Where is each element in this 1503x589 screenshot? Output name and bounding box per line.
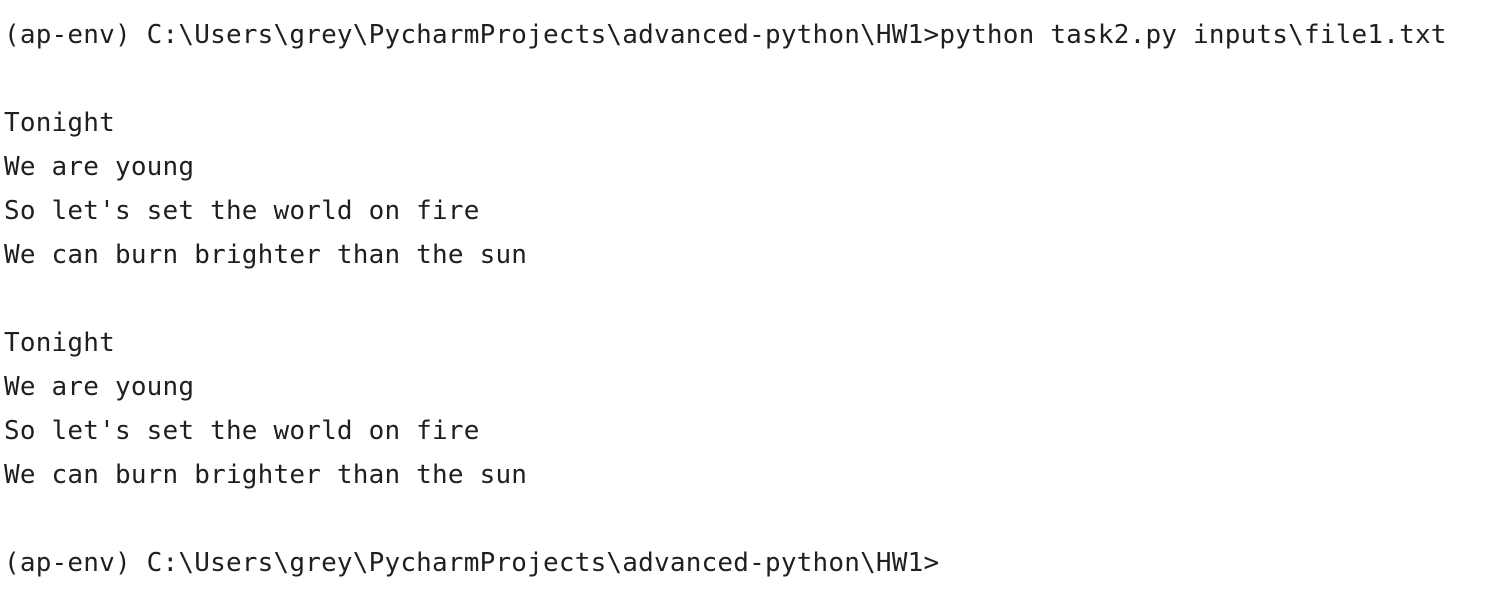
command-line: (ap-env) C:\Users\grey\PycharmProjects\a… <box>4 13 1503 57</box>
final-prompt-line[interactable]: (ap-env) C:\Users\grey\PycharmProjects\a… <box>4 541 1503 585</box>
prompt-text: (ap-env) C:\Users\grey\PycharmProjects\a… <box>4 20 940 50</box>
output-line: We are young <box>4 372 195 402</box>
text-cursor <box>940 550 942 578</box>
output-line: So let's set the world on fire <box>4 416 480 446</box>
output-line: Tonight <box>4 328 115 358</box>
output-line: We can burn brighter than the sun <box>4 460 528 490</box>
final-prompt-text: (ap-env) C:\Users\grey\PycharmProjects\a… <box>4 548 940 578</box>
command-text: python task2.py inputs\file1.txt <box>939 20 1447 50</box>
output-line: So let's set the world on fire <box>4 196 480 226</box>
output-line: We are young <box>4 152 195 182</box>
output-line: We can burn brighter than the sun <box>4 240 528 270</box>
terminal-window[interactable]: (ap-env) C:\Users\grey\PycharmProjects\a… <box>0 0 1503 589</box>
output-line: Tonight <box>4 108 115 138</box>
